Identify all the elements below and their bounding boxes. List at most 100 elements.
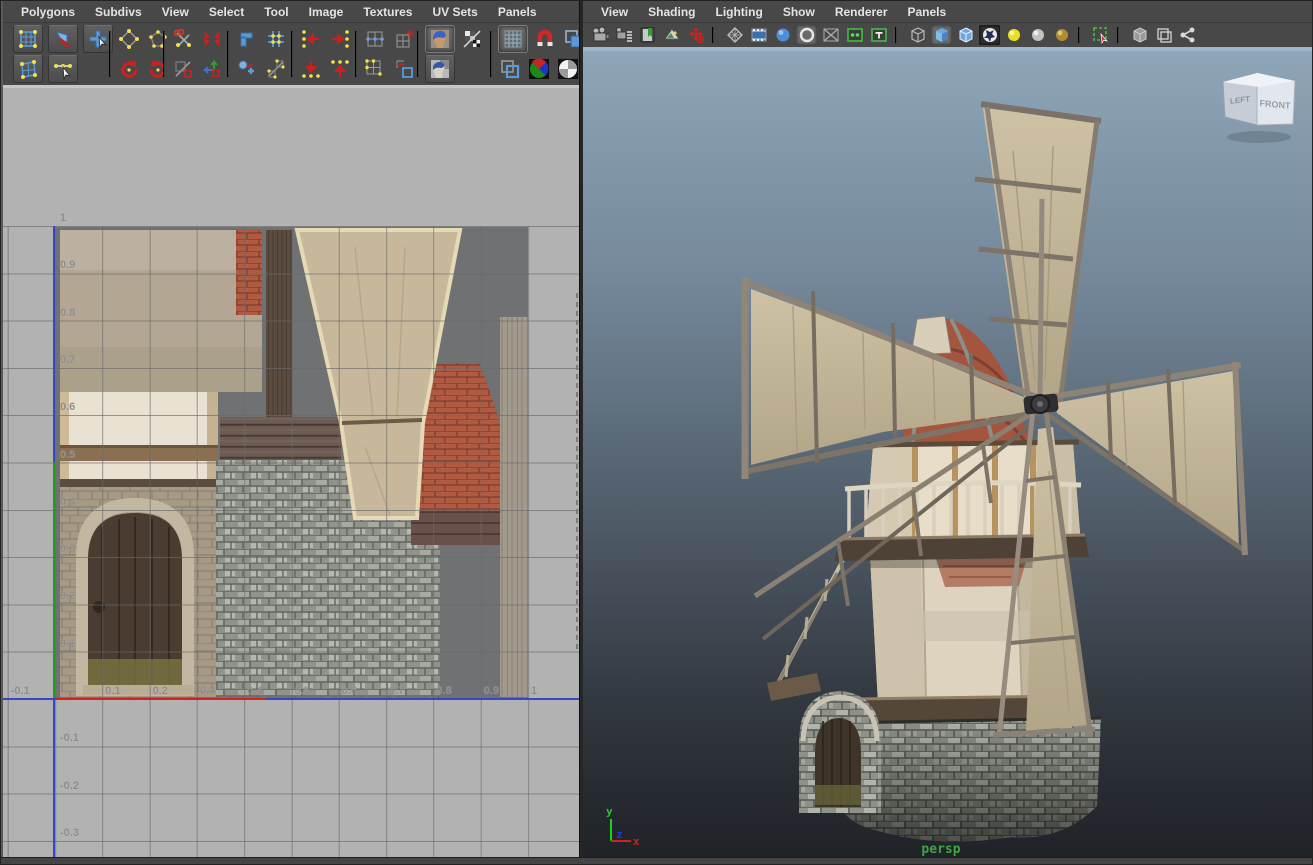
dark-wood-post: [266, 230, 292, 418]
uv-editor-menubar: PolygonsSubdivsViewSelectToolImageTextur…: [3, 1, 579, 23]
cut-uv-edges-icon[interactable]: [171, 27, 195, 51]
viewport-toolbar: [583, 23, 1313, 47]
toolbar-group-shells: [363, 24, 416, 84]
menu-item[interactable]: Renderer: [825, 3, 898, 21]
use-default-lighting-icon[interactable]: [1003, 25, 1024, 45]
menu-item[interactable]: Panels: [488, 3, 547, 21]
lattice-tool-button[interactable]: [13, 55, 43, 83]
toolbar-separator: [291, 31, 295, 77]
textured-icon[interactable]: [979, 25, 1000, 45]
use-selected-lights-icon[interactable]: [1051, 25, 1072, 45]
maya-window: PolygonsSubdivsViewSelectToolImageTextur…: [0, 0, 1313, 865]
remove-shell-icon[interactable]: [392, 57, 416, 81]
xray-active-icon[interactable]: [1153, 25, 1174, 45]
shaded-icon[interactable]: [931, 25, 952, 45]
menu-item[interactable]: Tool: [254, 3, 298, 21]
flip-direction-icon[interactable]: [171, 57, 195, 81]
menu-item[interactable]: Select: [199, 3, 254, 21]
axis-y-label: y: [606, 805, 613, 818]
menu-item[interactable]: Show: [773, 3, 825, 21]
align-right-icon[interactable]: [328, 27, 352, 51]
v-tick-label: -0.3: [60, 827, 79, 839]
persp-viewport-panel: ViewShadingLightingShowRendererPanels: [583, 1, 1313, 864]
gate-mask-icon[interactable]: [796, 25, 817, 45]
camera-attributes-icon[interactable]: [613, 25, 634, 45]
toolbar-separator: [490, 31, 494, 77]
rotate-ccw-icon[interactable]: [117, 57, 141, 81]
toolbar-group-image: [425, 24, 484, 84]
safe-action-icon[interactable]: [844, 25, 865, 45]
sew-uv-edges-icon[interactable]: [200, 27, 224, 51]
uv-editor-canvas[interactable]: -0.10.10.20.30.40.50.60.70.80.9110.90.80…: [3, 88, 579, 864]
align-bottom-icon[interactable]: [299, 57, 323, 81]
uv-u-axis-red-segment: [55, 698, 266, 700]
resolution-gate-icon[interactable]: [772, 25, 793, 45]
layout-uv-icon[interactable]: [235, 57, 259, 81]
display-borders-icon[interactable]: [498, 57, 522, 81]
xray-icon[interactable]: [1129, 25, 1150, 45]
menu-item[interactable]: UV Sets: [422, 3, 487, 21]
u-tick-label: -0.1: [11, 685, 30, 697]
display-unfiltered-button[interactable]: [425, 55, 455, 83]
axis-z-label: z: [616, 828, 623, 841]
alpha-channel-icon[interactable]: [556, 57, 580, 81]
menu-item[interactable]: Panels: [898, 3, 957, 21]
uv-border-dashes: [576, 293, 578, 653]
plugin-shelf-icon[interactable]: [1177, 25, 1198, 45]
dim-image-icon[interactable]: [460, 27, 484, 51]
move-uv-tool-button[interactable]: [48, 55, 78, 83]
align-top-icon[interactable]: [328, 57, 352, 81]
viewport-render: LEFT FRONT y x z persp: [583, 51, 1313, 865]
flip-selected-button[interactable]: [48, 25, 78, 53]
safe-title-icon[interactable]: [868, 25, 889, 45]
toolbar-group-align: [299, 24, 352, 84]
uv-editor-toolbar: [3, 23, 579, 85]
display-image-button[interactable]: [425, 25, 455, 53]
window-bottom-edge: [1, 857, 1312, 864]
field-chart-icon[interactable]: [820, 25, 841, 45]
grid-toggle-button[interactable]: [498, 25, 528, 53]
arched-door: [60, 487, 216, 697]
toolbar-separator: [163, 31, 167, 77]
v-tick-label: -0.1: [60, 732, 79, 744]
toolbar-separator: [895, 27, 901, 43]
use-all-lights-icon[interactable]: [1027, 25, 1048, 45]
menu-item[interactable]: View: [591, 3, 638, 21]
pan-zoom-icon[interactable]: [685, 25, 706, 45]
menu-item[interactable]: Subdivs: [85, 3, 152, 21]
grid-icon[interactable]: [724, 25, 745, 45]
wireframe-on-shaded-icon[interactable]: [955, 25, 976, 45]
grid-uv-icon[interactable]: [264, 27, 288, 51]
toolbar-group-tools: [13, 24, 113, 84]
add-shell-icon[interactable]: [392, 27, 416, 51]
menu-item[interactable]: Shading: [638, 3, 705, 21]
menu-item[interactable]: View: [152, 3, 199, 21]
uv-texture-editor-panel: PolygonsSubdivsViewSelectToolImageTextur…: [1, 1, 579, 864]
weathered-wood-post: [500, 317, 528, 697]
isolate-select-icon[interactable]: [1090, 25, 1111, 45]
toolbar-group-display: [498, 24, 586, 84]
align-uv-icon[interactable]: [200, 57, 224, 81]
select-camera-icon[interactable]: [589, 25, 610, 45]
sail-hub: [1023, 393, 1059, 414]
uv-smooth-icon[interactable]: [117, 27, 141, 51]
menu-item[interactable]: Textures: [353, 3, 422, 21]
select-shell-icon[interactable]: [363, 57, 387, 81]
film-gate-icon[interactable]: [748, 25, 769, 45]
toolbar-separator: [712, 27, 718, 43]
toolbar-separator: [1078, 27, 1084, 43]
unfold-uv-icon[interactable]: [235, 27, 259, 51]
align-left-icon[interactable]: [299, 27, 323, 51]
wireframe-icon[interactable]: [907, 25, 928, 45]
perspective-viewport[interactable]: LEFT FRONT y x z persp: [583, 51, 1313, 864]
menu-item[interactable]: Lighting: [705, 3, 772, 21]
pixel-snap-icon[interactable]: [533, 27, 557, 51]
uv-ratio-icon[interactable]: [264, 57, 288, 81]
rgb-channels-icon[interactable]: [527, 57, 551, 81]
menu-item[interactable]: Image: [299, 3, 354, 21]
grid-snap-icon[interactable]: [363, 27, 387, 51]
menu-item[interactable]: Polygons: [11, 3, 85, 21]
uv-lattice-grid-button[interactable]: [13, 25, 43, 53]
image-plane-icon[interactable]: [661, 25, 682, 45]
bookmarks-icon[interactable]: [637, 25, 658, 45]
